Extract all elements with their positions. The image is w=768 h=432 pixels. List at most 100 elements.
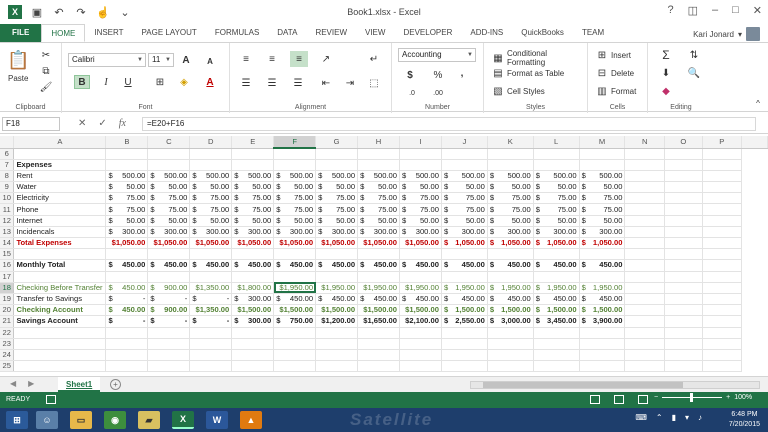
cell-styles-button[interactable]: ▧ Cell Styles <box>492 85 545 97</box>
table-cell[interactable]: $300.00 <box>189 226 233 239</box>
table-cell[interactable] <box>105 159 149 171</box>
table-cell[interactable] <box>624 304 665 317</box>
table-cell[interactable]: $900.00 <box>147 282 191 294</box>
wrap-text-icon[interactable]: ↵ <box>368 53 380 65</box>
table-cell[interactable] <box>579 248 626 261</box>
table-cell[interactable] <box>702 338 743 350</box>
table-cell[interactable] <box>273 327 317 339</box>
table-cell[interactable] <box>105 248 149 261</box>
row-label-cell[interactable] <box>13 148 107 160</box>
table-cell[interactable] <box>147 327 191 339</box>
row-label-cell[interactable]: Expenses <box>13 159 107 171</box>
row-header[interactable]: 23 <box>0 338 15 350</box>
column-header-f[interactable]: F <box>273 136 317 149</box>
table-cell[interactable] <box>533 327 580 339</box>
table-cell[interactable] <box>189 349 233 362</box>
table-cell[interactable] <box>702 304 743 317</box>
table-cell[interactable] <box>624 215 665 227</box>
insert-function-icon[interactable]: fx <box>119 118 126 129</box>
format-painter-icon[interactable]: 🖌 <box>40 81 53 93</box>
table-cell[interactable] <box>579 360 626 373</box>
table-cell[interactable]: $75.00 <box>487 203 534 216</box>
table-cell[interactable] <box>105 349 149 362</box>
zoom-level[interactable]: 100% <box>734 394 752 401</box>
row-header[interactable]: 12 <box>0 215 15 227</box>
table-cell[interactable]: $1,350.00 <box>189 282 233 294</box>
table-cell[interactable] <box>702 237 743 250</box>
table-cell[interactable]: $75.00 <box>533 203 580 216</box>
column-header-h[interactable]: H <box>357 136 401 149</box>
table-cell[interactable]: $450.00 <box>315 293 359 306</box>
table-cell[interactable]: $1,050.00 <box>231 237 275 250</box>
autosum-icon[interactable]: Σ <box>660 48 672 62</box>
table-cell[interactable] <box>702 282 743 294</box>
undo-icon[interactable]: ↶ <box>52 5 66 19</box>
row-header[interactable]: 7 <box>0 159 15 171</box>
table-cell[interactable]: $50.00 <box>231 181 275 194</box>
table-cell[interactable] <box>147 360 191 373</box>
table-cell[interactable] <box>441 271 488 283</box>
table-cell[interactable]: $50.00 <box>315 181 359 194</box>
table-cell[interactable]: $75.00 <box>147 203 191 216</box>
table-cell[interactable]: $500.00 <box>147 170 191 183</box>
table-cell[interactable] <box>231 148 275 160</box>
folder-icon[interactable]: ▰ <box>138 411 160 429</box>
table-cell[interactable]: $500.00 <box>231 170 275 183</box>
table-cell[interactable]: $75.00 <box>105 192 149 205</box>
column-header-o[interactable]: O <box>664 136 703 149</box>
table-cell[interactable]: $1,500.00 <box>441 304 488 317</box>
column-header-l[interactable]: L <box>533 136 580 149</box>
table-cell[interactable] <box>664 293 703 306</box>
table-cell[interactable]: $500.00 <box>579 170 626 183</box>
table-cell[interactable]: $450.00 <box>357 293 401 306</box>
table-cell[interactable] <box>624 338 665 350</box>
table-cell[interactable] <box>624 248 665 261</box>
table-cell[interactable] <box>315 148 359 160</box>
taskbar-clock[interactable]: 6:48 PM 7/20/2015 <box>729 410 760 430</box>
table-cell[interactable] <box>624 148 665 160</box>
table-cell[interactable]: $50.00 <box>147 181 191 194</box>
row-header[interactable]: 11 <box>0 203 15 216</box>
row-header[interactable]: 16 <box>0 259 15 272</box>
table-cell[interactable] <box>702 259 743 272</box>
table-cell[interactable]: $450.00 <box>231 259 275 272</box>
table-cell[interactable] <box>189 360 233 373</box>
row-header[interactable]: 15 <box>0 248 15 261</box>
row-header[interactable]: 19 <box>0 293 15 306</box>
table-cell[interactable]: $1,050.00 <box>147 237 191 250</box>
table-cell[interactable] <box>664 271 703 283</box>
help-button[interactable]: ? <box>667 4 673 17</box>
table-cell[interactable]: $1,500.00 <box>273 304 317 317</box>
table-cell[interactable]: $ - <box>147 293 191 306</box>
column-header-p[interactable]: P <box>702 136 743 149</box>
tab-developer[interactable]: DEVELOPER <box>394 24 461 42</box>
table-cell[interactable]: $50.00 <box>315 215 359 227</box>
cut-icon[interactable]: ✂ <box>40 49 52 61</box>
column-header-m[interactable]: M <box>579 136 626 149</box>
orientation-icon[interactable]: ↗ <box>320 53 332 65</box>
table-cell[interactable] <box>231 248 275 261</box>
table-cell[interactable]: $50.00 <box>273 215 317 227</box>
table-cell[interactable]: $450.00 <box>399 293 442 306</box>
table-cell[interactable] <box>664 170 703 183</box>
table-cell[interactable]: $75.00 <box>273 192 317 205</box>
table-cell[interactable]: $300.00 <box>147 226 191 239</box>
table-cell[interactable]: $3,450.00 <box>533 315 580 328</box>
row-header[interactable]: 6 <box>0 148 15 160</box>
row-label-cell[interactable]: Incidencals <box>13 226 107 239</box>
underline-button[interactable]: U <box>122 76 134 88</box>
increase-indent-icon[interactable]: ⇥ <box>344 77 356 89</box>
italic-button[interactable]: I <box>100 76 112 88</box>
user-app-icon[interactable]: ☺ <box>36 411 58 429</box>
table-cell[interactable] <box>487 349 534 362</box>
add-sheet-icon[interactable]: + <box>110 379 121 390</box>
table-cell[interactable] <box>533 271 580 283</box>
column-header-e[interactable]: E <box>231 136 275 149</box>
row-header[interactable]: 17 <box>0 271 15 283</box>
table-cell[interactable] <box>399 327 442 339</box>
enter-icon[interactable]: ✓ <box>98 118 106 129</box>
table-cell[interactable] <box>189 338 233 350</box>
table-cell[interactable]: $1,050.00 <box>487 237 534 250</box>
number-format-select[interactable]: Accounting ▼ <box>398 48 476 62</box>
table-cell[interactable]: $1,050.00 <box>273 237 317 250</box>
